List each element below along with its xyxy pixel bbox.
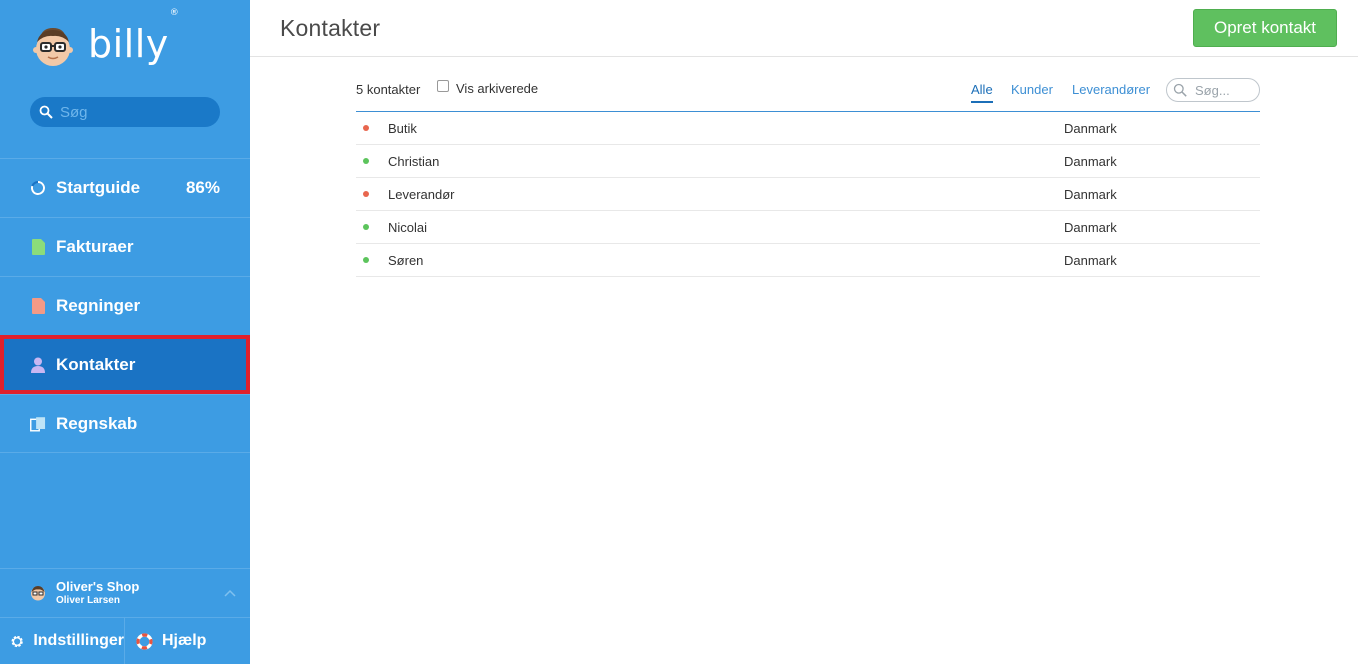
main-nav: Startguide 86% Fakturaer Regninger Konta… — [0, 158, 250, 453]
account-info: Oliver's Shop Oliver Larsen — [56, 579, 139, 607]
contact-name[interactable]: Nicolai — [388, 220, 427, 235]
sidebar-item-regninger[interactable]: Regninger — [0, 276, 250, 335]
contact-name[interactable]: Søren — [388, 253, 423, 268]
logo[interactable]: billy® — [30, 8, 180, 72]
contact-name[interactable]: Christian — [388, 154, 439, 169]
shop-name: Oliver's Shop — [56, 579, 140, 594]
contact-name[interactable]: Butik — [388, 121, 417, 136]
ledger-icon — [30, 415, 46, 433]
sidebar-item-label: Fakturaer — [56, 237, 134, 256]
avatar — [31, 586, 45, 601]
sidebar-footer: Indstillinger Hjælp — [0, 617, 250, 664]
status-dot — [363, 257, 369, 263]
sidebar-search[interactable] — [30, 97, 220, 127]
contact-country: Danmark — [1064, 253, 1117, 268]
filter-all[interactable]: Alle — [971, 82, 993, 103]
page-title: Kontakter — [280, 15, 381, 41]
invoice-icon — [30, 238, 46, 256]
contact-country: Danmark — [1064, 187, 1117, 202]
billy-mascot-icon — [33, 28, 73, 66]
sidebar-item-kontakter[interactable]: Kontakter — [0, 335, 250, 394]
sidebar-item-fakturaer[interactable]: Fakturaer — [0, 217, 250, 276]
contact-name[interactable]: Leverandør — [388, 187, 454, 202]
contacts-search[interactable] — [1166, 78, 1260, 102]
lifebuoy-icon — [136, 632, 153, 650]
sidebar-search-input[interactable] — [60, 103, 210, 121]
search-icon — [1173, 83, 1187, 97]
sidebar-item-label: Startguide — [56, 178, 141, 197]
table-row[interactable]: Nicolai Danmark — [356, 211, 1260, 244]
table-row[interactable]: Butik Danmark — [356, 112, 1260, 145]
sidebar: billy® Startguide 86% Fakturaer — [0, 0, 250, 664]
bill-icon — [30, 297, 46, 315]
startguide-progress: 86% — [185, 178, 220, 197]
help-label: Hjælp — [162, 632, 207, 649]
contacts-toolbar: 5 kontakter Vis arkiverede Alle Kunder L… — [356, 78, 1260, 112]
account-switcher[interactable]: Oliver's Shop Oliver Larsen — [0, 568, 250, 617]
table-row[interactable]: Christian Danmark — [356, 145, 1260, 178]
person-icon — [30, 356, 46, 374]
user-name: Oliver Larsen — [56, 595, 120, 606]
status-dot — [363, 158, 369, 164]
table-row[interactable]: Søren Danmark — [356, 244, 1260, 277]
table-row[interactable]: Leverandør Danmark — [356, 178, 1260, 211]
status-dot — [363, 191, 369, 197]
contact-country: Danmark — [1064, 220, 1117, 235]
status-dot — [363, 224, 369, 230]
status-dot — [363, 125, 369, 131]
contacts-table: Butik Danmark Christian Danmark Leverand… — [356, 112, 1260, 277]
settings-label: Indstillinger — [33, 632, 124, 649]
contact-country: Danmark — [1064, 154, 1117, 169]
contact-count: 5 kontakter — [356, 82, 421, 97]
show-archived-checkbox[interactable] — [437, 79, 449, 92]
contact-country: Danmark — [1064, 121, 1117, 136]
sidebar-item-label: Regninger — [56, 296, 141, 315]
progress-ring-icon — [30, 179, 46, 197]
show-archived-label: Vis arkiverede — [456, 81, 539, 96]
brand-name: billy® — [88, 8, 180, 66]
create-contact-button[interactable]: Opret kontakt — [1193, 9, 1337, 47]
help-button[interactable]: Hjælp — [125, 618, 206, 664]
sidebar-item-startguide[interactable]: Startguide 86% — [0, 158, 250, 217]
filter-suppliers[interactable]: Leverandører — [1072, 82, 1150, 97]
show-archived-toggle[interactable]: Vis arkiverede — [437, 79, 539, 96]
sidebar-item-label: Regnskab — [56, 413, 138, 433]
page-header: Kontakter Opret kontakt — [250, 0, 1358, 57]
contacts-search-input[interactable] — [1195, 82, 1253, 98]
settings-button[interactable]: Indstillinger — [0, 618, 125, 664]
sidebar-item-label: Kontakter — [56, 355, 136, 374]
chevron-up-icon[interactable] — [224, 589, 236, 597]
search-icon — [39, 105, 53, 119]
sidebar-item-regnskab[interactable]: Regnskab — [0, 394, 250, 453]
gear-icon — [11, 635, 23, 647]
filter-customers[interactable]: Kunder — [1011, 82, 1053, 97]
